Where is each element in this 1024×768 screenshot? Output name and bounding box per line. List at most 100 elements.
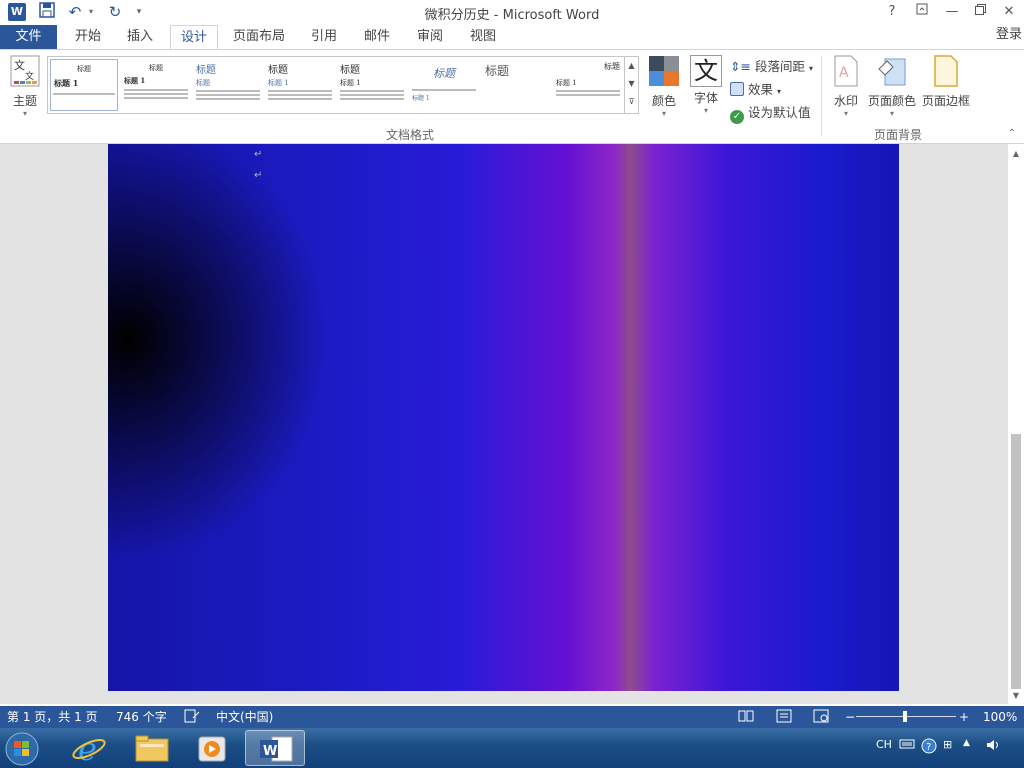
- input-language[interactable]: CH: [876, 738, 892, 751]
- ribbon-display-options-icon[interactable]: [910, 2, 934, 22]
- keyboard-icon[interactable]: [899, 738, 915, 753]
- style-set-thumb[interactable]: 标题 标题 1: [554, 59, 622, 111]
- zoom-out-button[interactable]: −: [845, 709, 855, 725]
- word-taskbar-button[interactable]: W: [245, 730, 305, 766]
- start-button[interactable]: [0, 730, 50, 766]
- gallery-more-icon[interactable]: ⊽: [625, 93, 638, 111]
- tab-design[interactable]: 设计: [170, 25, 218, 50]
- word-icon: W: [260, 736, 293, 762]
- effects-button[interactable]: 效果 ▾: [730, 79, 781, 98]
- style-heading: 标题: [77, 65, 91, 73]
- zoom-in-button[interactable]: +: [959, 709, 969, 725]
- ime-options-icon[interactable]: ⊞: [943, 738, 952, 751]
- page-border-label: 页面边框: [921, 94, 970, 108]
- internet-explorer-icon: e: [72, 730, 106, 768]
- themes-icon: 文文: [6, 55, 44, 90]
- style-subheading: 标题 1: [556, 79, 577, 87]
- fonts-button[interactable]: 文 字体 ▾: [688, 55, 724, 115]
- style-text-line: [556, 90, 620, 92]
- title-bar: W ↶ ▾ ↻ ▾ 微积分历史 - Microsoft Word ? — ✕: [0, 0, 1024, 25]
- document-page[interactable]: ↵ ↵: [108, 144, 899, 691]
- collapse-ribbon-icon[interactable]: ⌃: [1008, 128, 1016, 139]
- style-heading: 标题: [196, 65, 216, 76]
- internet-explorer-taskbar-button[interactable]: e: [62, 730, 122, 768]
- watermark-button[interactable]: A 水印 ▾: [830, 55, 862, 118]
- ribbon: 文文 主题 ▾ 标题 标题 1 标题 标题 1 标题 标题 标题 标题 1 标题…: [0, 49, 1024, 144]
- vertical-scrollbar[interactable]: ▲ ▼: [1008, 144, 1024, 704]
- paragraph-spacing-dropdown-icon: ▾: [808, 64, 813, 73]
- windows-taskbar: e W CH ? ⊞ ▲: [0, 728, 1024, 768]
- gallery-scroll-down-icon[interactable]: ▼: [625, 75, 638, 93]
- colors-icon: [646, 55, 682, 90]
- style-set-thumb[interactable]: 标题 标题 1: [266, 59, 334, 111]
- gallery-scroll: ▲ ▼ ⊽: [624, 57, 638, 113]
- page-color-label: 页面颜色: [867, 94, 916, 108]
- group-label-doc-format: 文档格式: [386, 128, 435, 142]
- colors-button[interactable]: 颜色 ▾: [646, 55, 682, 118]
- style-subheading: 标题 1: [124, 76, 146, 85]
- gallery-scroll-up-icon[interactable]: ▲: [625, 57, 638, 75]
- style-set-thumb[interactable]: 标题 标题 1: [338, 59, 406, 111]
- page-color-button[interactable]: 页面颜色 ▾: [866, 55, 918, 118]
- style-text-line: [196, 90, 260, 92]
- paragraph-spacing-button[interactable]: ⇕≡ 段落间距 ▾: [730, 56, 813, 75]
- proofing-icon[interactable]: [184, 709, 200, 727]
- scroll-down-icon[interactable]: ▼: [1008, 688, 1024, 704]
- style-text-line: [556, 94, 620, 96]
- tab-file[interactable]: 文件: [0, 25, 57, 49]
- tab-page-layout[interactable]: 页面布局: [228, 25, 290, 49]
- tab-references[interactable]: 引用: [303, 25, 345, 49]
- volume-icon[interactable]: [985, 738, 1001, 755]
- web-layout-icon[interactable]: [813, 709, 829, 727]
- status-bar: 第 1 页，共 1 页 746 个字 中文(中国) − + 100%: [0, 706, 1024, 728]
- restore-icon[interactable]: [968, 2, 992, 22]
- style-set-thumb[interactable]: 标题 标题 1: [410, 59, 478, 111]
- style-heading: 标题: [433, 67, 455, 80]
- scroll-up-icon[interactable]: ▲: [1008, 146, 1024, 162]
- print-layout-icon[interactable]: [776, 709, 792, 727]
- page-color-dropdown-icon: ▾: [889, 109, 894, 118]
- word-window: W ↶ ▾ ↻ ▾ 微积分历史 - Microsoft Word ? — ✕ 文…: [0, 0, 1024, 768]
- minimize-icon[interactable]: —: [940, 2, 964, 22]
- tab-home[interactable]: 开始: [67, 25, 109, 49]
- login-link[interactable]: 登录: [996, 25, 1022, 45]
- svg-text:?: ?: [926, 742, 931, 753]
- style-subheading: 标题 1: [412, 95, 430, 102]
- set-default-button[interactable]: ✓ 设为默认值: [730, 102, 811, 124]
- style-text-line: [196, 98, 260, 100]
- help-button[interactable]: ?: [880, 2, 904, 22]
- tab-review[interactable]: 审阅: [409, 25, 451, 49]
- style-set-thumb[interactable]: 标题: [482, 59, 550, 111]
- help-tray-icon[interactable]: ?: [921, 738, 937, 757]
- colors-label: 颜色: [651, 94, 676, 108]
- file-explorer-taskbar-button[interactable]: [122, 730, 182, 766]
- page-border-icon: [920, 55, 972, 90]
- style-text-line: [53, 93, 115, 95]
- read-mode-icon[interactable]: [738, 709, 754, 727]
- page-border-button[interactable]: 页面边框: [920, 55, 972, 109]
- show-hidden-icons-icon[interactable]: ▲: [963, 738, 970, 748]
- paragraph-spacing-label: 段落间距: [754, 59, 805, 74]
- style-set-thumb[interactable]: 标题 标题: [194, 59, 262, 111]
- tab-insert[interactable]: 插入: [119, 25, 161, 49]
- paragraph-mark: ↵: [254, 170, 263, 181]
- document-canvas[interactable]: ↵ ↵: [0, 144, 1008, 704]
- style-set-thumb[interactable]: 标题 标题 1: [122, 59, 190, 111]
- media-player-taskbar-button[interactable]: [182, 730, 242, 766]
- themes-button[interactable]: 文文 主题 ▾: [6, 55, 44, 118]
- scrollbar-thumb[interactable]: [1011, 434, 1021, 689]
- svg-text:A: A: [839, 65, 849, 81]
- watermark-icon: A: [830, 55, 862, 90]
- tab-view[interactable]: 视图: [462, 25, 504, 49]
- folder-icon: [135, 735, 169, 762]
- svg-text:W: W: [263, 744, 277, 759]
- tab-mailings[interactable]: 邮件: [356, 25, 398, 49]
- page-count[interactable]: 第 1 页，共 1 页: [7, 709, 98, 725]
- zoom-slider-thumb[interactable]: [903, 711, 907, 722]
- style-set-thumb[interactable]: 标题 标题 1: [50, 59, 118, 111]
- word-count[interactable]: 746 个字: [116, 709, 167, 725]
- zoom-level[interactable]: 100%: [983, 709, 1017, 725]
- group-divider: [821, 56, 822, 136]
- close-icon[interactable]: ✕: [997, 2, 1021, 22]
- language-status[interactable]: 中文(中国): [216, 709, 273, 725]
